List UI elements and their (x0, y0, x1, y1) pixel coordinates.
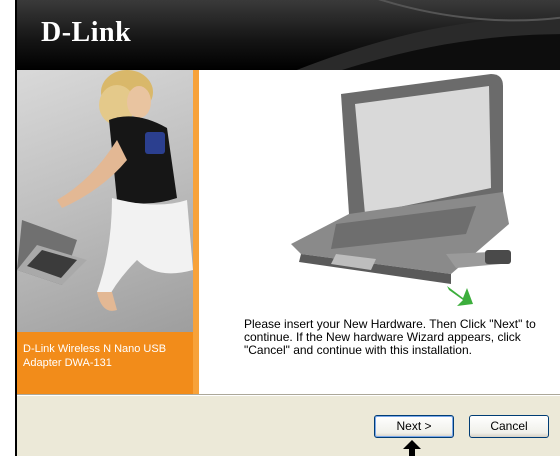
woman-with-laptop-image (17, 70, 193, 311)
product-name-label: D-Link Wireless N Nano USB Adapter DWA-1… (23, 343, 167, 369)
next-button[interactable]: Next > (374, 415, 454, 438)
main-content: Please insert your New Hardware. Then Cl… (199, 70, 560, 394)
dlink-logo: D-Link (41, 17, 132, 48)
laptop-usb-illustration (291, 74, 511, 306)
cancel-button[interactable]: Cancel (469, 415, 549, 438)
sidebar-panel: D-Link Wireless N Nano USB Adapter DWA-1… (17, 70, 197, 394)
product-photo (17, 70, 193, 332)
banner-decoration (296, 0, 560, 70)
instruction-text: Please insert your New Hardware. Then Cl… (244, 317, 536, 357)
header-banner: D-Link (17, 0, 560, 70)
button-bar-divider-highlight (17, 395, 560, 396)
mouse-pointer-icon (403, 440, 421, 456)
installer-window: D-Link D-Link Wireless N Nano USB Adapte… (15, 0, 560, 456)
